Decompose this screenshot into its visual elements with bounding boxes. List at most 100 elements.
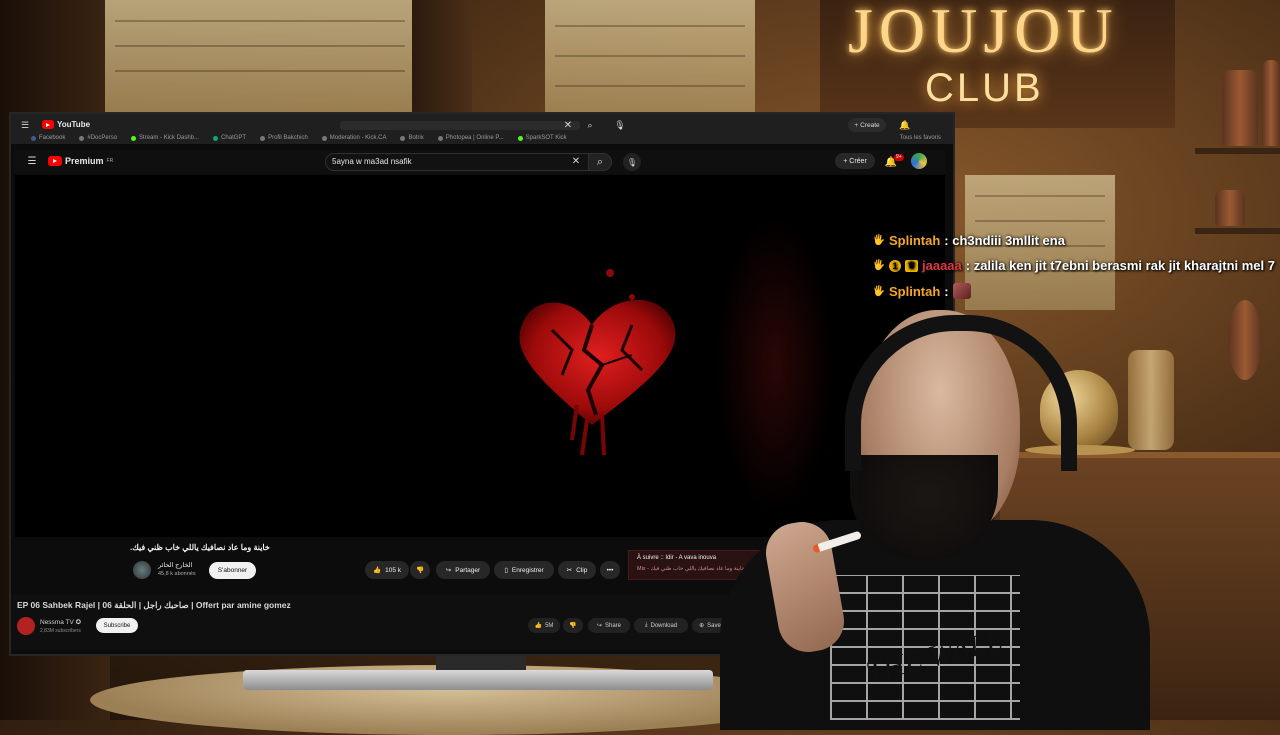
search-button[interactable]: ⌕	[588, 153, 612, 171]
clear-search-icon[interactable]: ✕	[570, 155, 582, 168]
download-icon: ⤓	[644, 622, 648, 628]
like-count: 105 k	[385, 566, 401, 574]
bookmark[interactable]: Facebook	[31, 135, 65, 141]
second-subscribe-button[interactable]: Subscribe	[96, 618, 138, 633]
download-label: Download	[650, 622, 678, 629]
chat-username: Splintah	[889, 233, 941, 248]
crown-badge-icon: ♛	[905, 259, 918, 272]
more-actions-button[interactable]: •••	[600, 561, 620, 579]
create-label: Create	[860, 121, 880, 129]
share-icon: ↪	[445, 567, 452, 574]
second-channel-name[interactable]: Nessma TV ✪	[40, 618, 81, 626]
all-bookmarks[interactable]: Tous les favoris	[900, 135, 941, 141]
broken-heart-image	[519, 269, 676, 455]
plus-icon: +	[843, 157, 848, 165]
club-sign-subtitle: CLUB	[925, 66, 1044, 110]
bookmarks-bar: Facebook #DocPerso Stream - Kick Dashb..…	[11, 132, 953, 144]
second-share-label: Share	[605, 622, 622, 629]
notification-count-badge: 9+	[894, 154, 904, 161]
thumbs-up-icon: 👍	[373, 567, 382, 574]
search-icon[interactable]: ⌕	[584, 119, 596, 131]
save-button[interactable]: ▯ Enregistrer	[494, 561, 554, 579]
red-glow	[715, 215, 835, 515]
youtube-play-icon	[42, 120, 54, 129]
plus-icon: +	[854, 121, 859, 129]
save-label: Enregistrer	[511, 566, 544, 574]
glass-jar	[1128, 350, 1174, 450]
shelf-lower	[1195, 228, 1280, 234]
like-button[interactable]: 👍 105 k	[365, 561, 409, 579]
second-video-title: EP 06 Sahbek Rajel | صاحبك راجل | الحلقة…	[17, 600, 291, 610]
bookmark[interactable]: Profil Bakchich	[260, 135, 308, 141]
hamburger-menu-icon[interactable]: ☰	[26, 155, 38, 168]
create-button-top[interactable]: + Create	[848, 118, 886, 132]
scissors-icon: ✂	[566, 567, 573, 574]
clip-button[interactable]: ✂ Clip	[558, 561, 596, 579]
bookmark[interactable]: Photopea | Online P...	[437, 135, 504, 141]
account-avatar[interactable]	[911, 153, 927, 169]
top-search-input[interactable]	[340, 121, 580, 130]
menu-icon[interactable]: ☰	[19, 119, 31, 131]
share-icon: ↪	[596, 623, 602, 629]
share-button[interactable]: ↪ Partager	[436, 561, 490, 579]
search-icon: ⌕	[596, 155, 604, 168]
chat-text: : zalila ken jit t7ebni berasmi rak jit …	[965, 258, 1275, 273]
create-label: Créer	[849, 157, 867, 165]
close-icon[interactable]: ✕	[562, 119, 574, 131]
save-icon: ⊕	[699, 623, 705, 629]
bookmark[interactable]: Stream - Kick Dashb...	[131, 135, 199, 141]
youtube-logo-top[interactable]: YouTube	[42, 120, 90, 129]
more-icon: •••	[606, 566, 614, 574]
clip-label: Clip	[576, 566, 588, 574]
second-dislike-button[interactable]: 👎	[563, 618, 583, 633]
create-button[interactable]: + Créer	[835, 153, 875, 169]
channel-avatar[interactable]	[133, 561, 151, 579]
second-like-count: 5M	[545, 622, 554, 629]
bookmark[interactable]: #DocPerso	[79, 135, 117, 141]
subscribe-button[interactable]: S'abonner	[209, 562, 256, 579]
chat-emote	[952, 283, 971, 299]
bell-icon[interactable]: 🔔	[898, 118, 912, 132]
download-button[interactable]: ⤓ Download	[634, 618, 688, 633]
video-title: .خاينة وما عاد نصافيك ياللي خاب ظني فيك	[130, 543, 270, 552]
up-next-subtitle: Mix - خاينة وما عاد نصافيك ياللي خاب ظني…	[637, 566, 747, 572]
club-sign-title: JOUJOU	[848, 0, 1119, 66]
bookmark[interactable]: SparkSOT Kick	[517, 135, 567, 141]
second-share-button[interactable]: ↪ Share	[588, 618, 630, 633]
second-channel-subs: 2,83M subscribers	[40, 628, 81, 634]
second-like-button[interactable]: 👍 5M	[528, 618, 560, 633]
voice-search-button[interactable]: 🎙	[623, 153, 641, 171]
shelf-jar	[1262, 60, 1280, 146]
chat-text: : ch3ndiii 3mllit ena	[944, 233, 1065, 248]
tv-base	[243, 670, 713, 690]
second-save-label: Save	[707, 622, 721, 629]
channel-subscriber-count: 45,8 k abonnés	[158, 571, 196, 577]
kick-badge-icon: 🖐	[872, 235, 886, 246]
shelf-jar	[1222, 70, 1258, 146]
wall-newspaper-center	[545, 0, 755, 112]
chat-username: jaaaaa	[922, 258, 962, 273]
thumbs-down-icon: 👎	[415, 567, 425, 574]
bookmark[interactable]: Botrix	[400, 135, 424, 141]
subscriber-badge-icon: 1	[889, 259, 901, 272]
bookmark[interactable]: Moderation - Kick.CA	[321, 135, 386, 141]
bookmark-icon: ▯	[504, 567, 508, 574]
youtube-premium-logo[interactable]: Premium FR	[48, 156, 113, 166]
chat-username: Splintah	[889, 283, 941, 299]
logo-text: Premium	[65, 156, 104, 166]
mic-icon: 🎙	[626, 157, 638, 167]
bookmark[interactable]: ChatGPT	[213, 135, 246, 141]
channel-name[interactable]: الخارج الحائر	[158, 561, 192, 569]
youtube-play-icon	[48, 156, 62, 166]
chat-message: 🖐 1 ♛ jaaaaa : zalila ken jit t7ebni ber…	[873, 258, 1275, 273]
mic-icon[interactable]: 🎙	[614, 119, 626, 131]
shelf-jar	[1215, 190, 1245, 226]
second-channel-avatar[interactable]	[17, 617, 35, 635]
kick-badge-icon: 🖐	[872, 285, 886, 297]
chat-text: :	[944, 283, 949, 299]
logo-region: FR	[106, 158, 114, 164]
video-player[interactable]	[15, 175, 945, 537]
search-input[interactable]: 5ayna w ma3ad nsafik	[325, 153, 590, 171]
dislike-button[interactable]: 👎	[410, 561, 430, 579]
thumbs-up-icon: 👍	[534, 623, 543, 629]
